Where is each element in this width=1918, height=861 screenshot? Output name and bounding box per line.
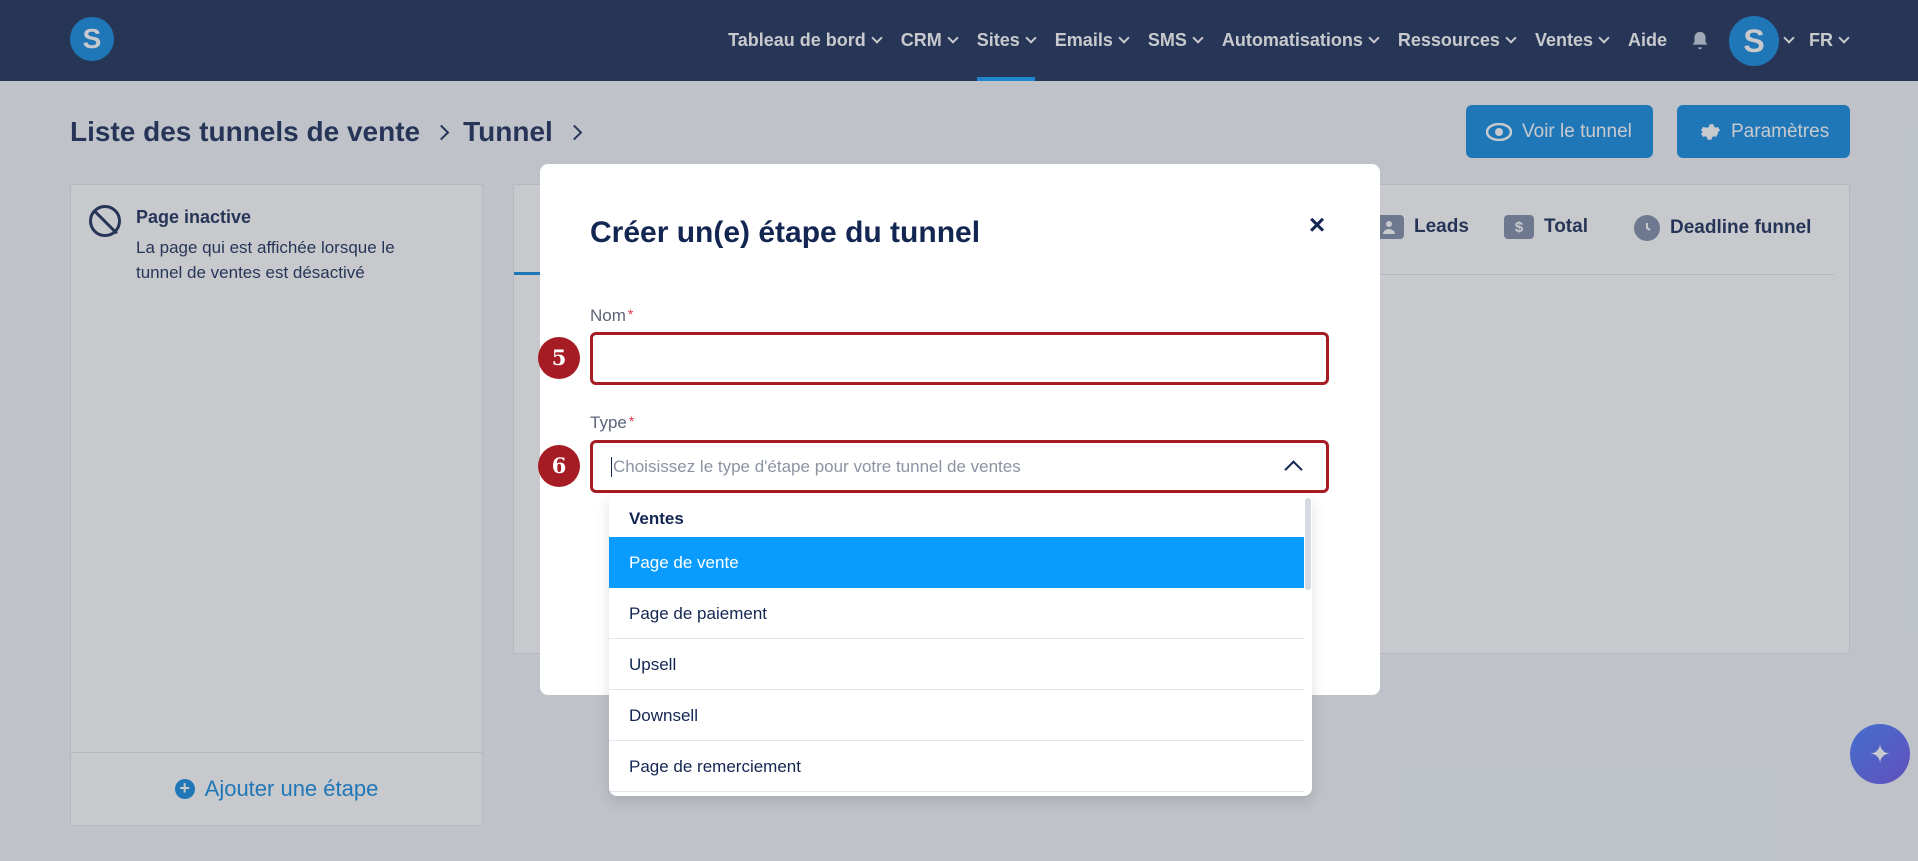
type-field-label: Type *	[590, 413, 635, 432]
dropdown-group-ventes: Ventes	[629, 509, 684, 528]
dropdown-option-upsell[interactable]: Upsell	[609, 639, 1304, 690]
type-select[interactable]: Choisissez le type d'étape pour votre tu…	[590, 440, 1329, 493]
type-dropdown-menu: Ventes Page de vente Page de paiement Up…	[609, 496, 1312, 796]
type-select-placeholder: Choisissez le type d'étape pour votre tu…	[611, 457, 1021, 477]
dropdown-option-page-de-vente[interactable]: Page de vente	[609, 537, 1304, 588]
modal-title: Créer un(e) étape du tunnel	[590, 216, 981, 249]
dropdown-option-page-de-paiement[interactable]: Page de paiement	[609, 588, 1304, 639]
name-field-label: Nom *	[590, 306, 634, 325]
name-field[interactable]	[590, 332, 1329, 385]
dropdown-scrollbar[interactable]	[1305, 498, 1311, 590]
chevron-up-icon[interactable]	[1284, 460, 1303, 479]
close-icon[interactable]: ×	[1304, 211, 1330, 239]
dropdown-option-page-de-remerciement[interactable]: Page de remerciement	[609, 741, 1304, 792]
dropdown-option-downsell[interactable]: Downsell	[609, 690, 1304, 741]
annotation-badge-5: 5	[538, 337, 580, 379]
annotation-badge-6: 6	[538, 445, 580, 487]
